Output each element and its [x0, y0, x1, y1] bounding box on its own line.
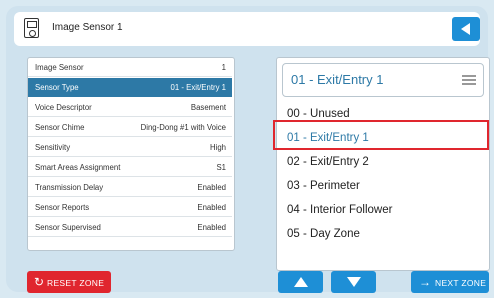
settings-row-sensor-reports[interactable]: Sensor Reports Enabled [28, 198, 232, 217]
reset-zone-label: RESET ZONE [47, 278, 105, 288]
option-label: 03 - Perimeter [287, 180, 360, 192]
settings-row-smart-areas[interactable]: Smart Areas Assignment S1 [28, 158, 232, 177]
settings-value: Ding-Dong #1 with Voice [140, 123, 226, 132]
option-item[interactable]: 05 - Day Zone [277, 222, 487, 246]
settings-value: 01 - Exit/Entry 1 [170, 83, 226, 92]
settings-row-sensor-type[interactable]: Sensor Type 01 - Exit/Entry 1 [28, 78, 232, 97]
back-arrow-icon [461, 23, 470, 35]
option-label: 04 - Interior Follower [287, 204, 393, 216]
settings-value: Enabled [197, 203, 226, 212]
settings-label: Image Sensor [35, 63, 84, 72]
settings-label: Sensor Chime [35, 123, 85, 132]
option-item[interactable]: 03 - Perimeter [277, 174, 487, 198]
right-arrow-icon: → [419, 275, 431, 289]
option-label: 02 - Exit/Entry 2 [287, 156, 369, 168]
back-button[interactable] [452, 17, 480, 41]
settings-value: Enabled [197, 223, 226, 232]
option-label: 00 - Unused [287, 108, 350, 120]
settings-value: 1 [221, 63, 226, 72]
hamburger-icon[interactable] [462, 75, 476, 85]
settings-value: Enabled [197, 183, 226, 192]
settings-label: Sensor Reports [35, 203, 90, 212]
page-title: Image Sensor 1 [52, 22, 123, 33]
selection-highlight [273, 120, 489, 150]
scroll-up-button[interactable] [278, 271, 323, 293]
settings-row-transmission-delay[interactable]: Transmission Delay Enabled [28, 178, 232, 197]
image-sensor-icon [24, 18, 39, 38]
settings-row-sensor-supervised[interactable]: Sensor Supervised Enabled [28, 218, 232, 237]
down-arrow-icon [347, 277, 361, 287]
option-item[interactable]: 02 - Exit/Entry 2 [277, 150, 487, 174]
option-label: 05 - Day Zone [287, 228, 360, 240]
settings-label: Voice Descriptor [35, 103, 92, 112]
settings-row-sensitivity[interactable]: Sensitivity High [28, 138, 232, 157]
up-arrow-icon [294, 277, 308, 287]
settings-row-image-sensor[interactable]: Image Sensor 1 [28, 58, 232, 77]
settings-value: Basement [190, 103, 226, 112]
settings-label: Sensor Supervised [35, 223, 101, 232]
settings-label: Transmission Delay [35, 183, 104, 192]
settings-label: Sensitivity [35, 143, 71, 152]
settings-label: Smart Areas Assignment [35, 163, 121, 172]
settings-row-voice-descriptor[interactable]: Voice Descriptor Basement [28, 98, 232, 117]
next-zone-label: NEXT ZONE [435, 278, 487, 288]
settings-label: Sensor Type [35, 83, 79, 92]
selector-current-label: 01 - Exit/Entry 1 [291, 72, 384, 87]
header-bar: Image Sensor 1 [14, 12, 480, 46]
settings-table: Image Sensor 1 Sensor Type 01 - Exit/Ent… [27, 57, 235, 251]
selector-current-value[interactable]: 01 - Exit/Entry 1 [282, 63, 484, 97]
settings-value: S1 [216, 163, 226, 172]
sensor-type-selector: 01 - Exit/Entry 1 00 - Unused 01 - Exit/… [276, 57, 490, 271]
refresh-icon: ↻ [34, 275, 45, 289]
settings-value: High [209, 143, 226, 152]
reset-zone-button[interactable]: ↻ RESET ZONE [27, 271, 111, 293]
next-zone-button[interactable]: → NEXT ZONE [411, 271, 489, 293]
settings-row-sensor-chime[interactable]: Sensor Chime Ding-Dong #1 with Voice [28, 118, 232, 137]
option-item[interactable]: 04 - Interior Follower [277, 198, 487, 222]
scroll-down-button[interactable] [331, 271, 376, 293]
